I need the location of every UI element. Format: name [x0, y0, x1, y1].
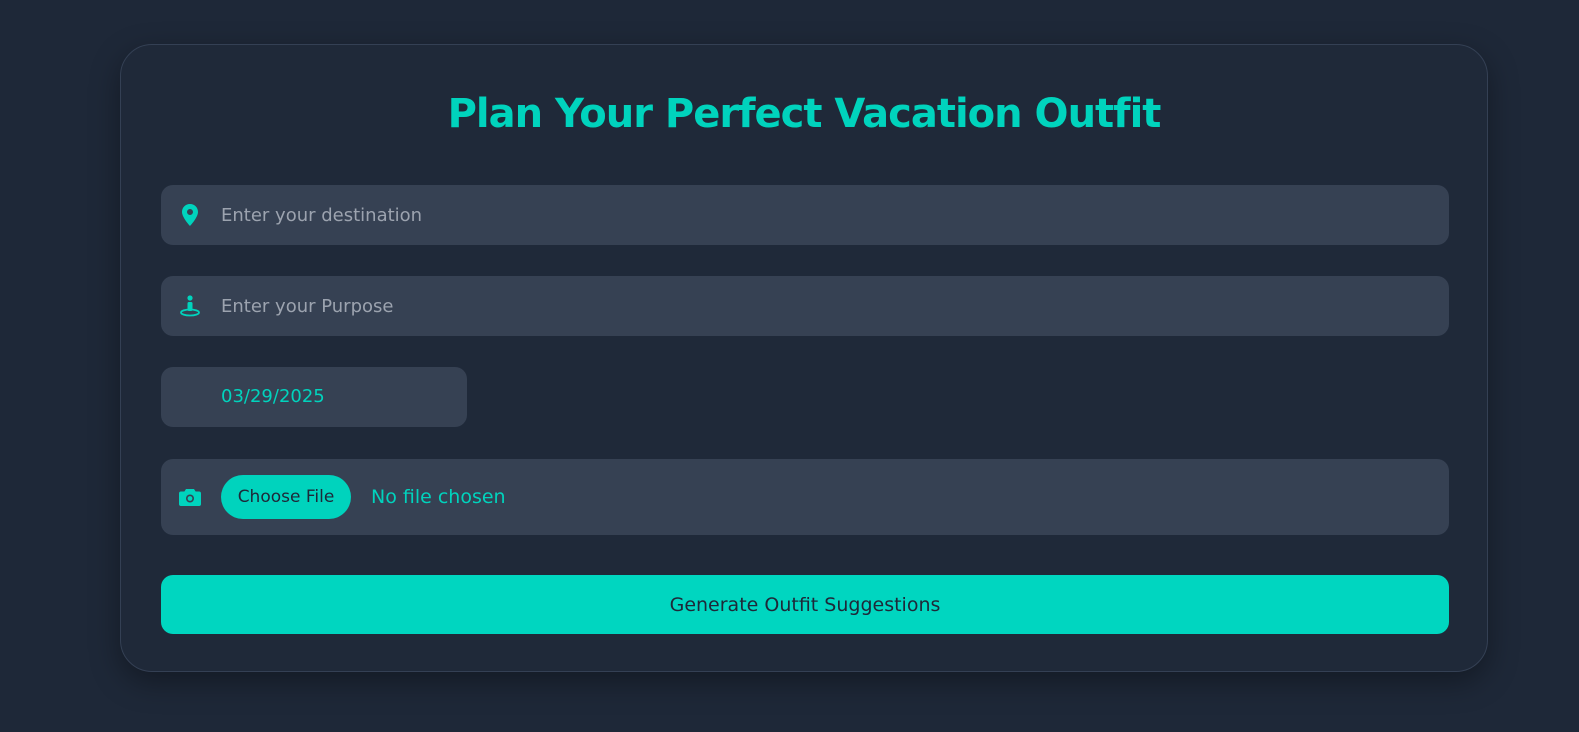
purpose-field[interactable] — [161, 276, 1449, 336]
destination-field[interactable] — [161, 185, 1449, 245]
generate-outfit-button[interactable]: Generate Outfit Suggestions — [161, 575, 1449, 634]
page-title: Plan Your Perfect Vacation Outfit — [447, 91, 1162, 137]
date-field[interactable]: 03/29/2025 — [161, 367, 467, 427]
camera-icon — [179, 486, 201, 508]
choose-file-button[interactable]: Choose File — [221, 475, 351, 519]
file-status-text: No file chosen — [371, 486, 506, 508]
person-icon — [179, 295, 201, 317]
map-pin-icon — [179, 204, 201, 226]
destination-input[interactable] — [221, 185, 1429, 245]
file-upload-field: Choose File No file chosen — [161, 459, 1449, 535]
date-input[interactable]: 03/29/2025 — [221, 367, 325, 427]
outfit-planner-card: Plan Your Perfect Vacation Outfit 03/29/… — [120, 44, 1488, 672]
purpose-input[interactable] — [221, 276, 1429, 336]
